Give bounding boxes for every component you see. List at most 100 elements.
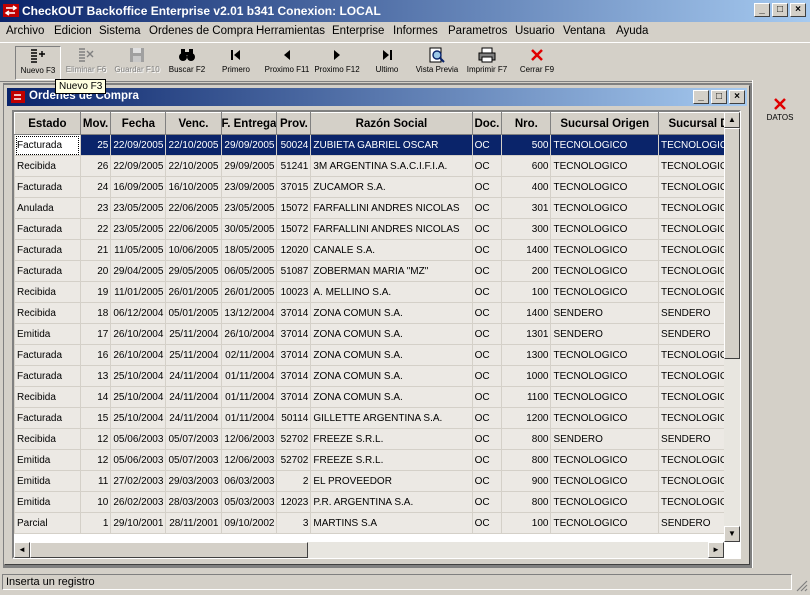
table-cell[interactable]: ZONA COMUN S.A. xyxy=(310,365,473,387)
table-cell[interactable]: 06/03/2003 xyxy=(220,470,278,492)
table-cell[interactable]: 25/10/2004 xyxy=(110,386,167,408)
table-cell[interactable]: 800 xyxy=(501,491,552,513)
last-button[interactable]: Ultimo xyxy=(370,46,404,80)
menu-ayuda[interactable]: Ayuda xyxy=(616,25,648,37)
table-cell[interactable]: Facturada xyxy=(14,260,81,282)
table-cell[interactable]: 37014 xyxy=(276,344,312,366)
table-cell[interactable]: 26/10/2004 xyxy=(110,344,167,366)
table-cell[interactable]: 37015 xyxy=(276,176,312,198)
table-cell[interactable]: 37014 xyxy=(276,302,312,324)
table-cell[interactable]: 24/11/2004 xyxy=(165,407,222,429)
first-button[interactable]: Primero xyxy=(218,46,254,80)
table-cell[interactable]: 26/01/2005 xyxy=(220,281,278,303)
menu-parametros[interactable]: Parametros xyxy=(448,25,507,37)
table-cell[interactable]: 301 xyxy=(501,197,552,219)
table-cell[interactable]: Emitida xyxy=(14,323,81,345)
table-cell[interactable]: 22/06/2005 xyxy=(165,197,222,219)
table-cell[interactable]: Facturada xyxy=(14,176,81,198)
table-cell[interactable]: 06/05/2005 xyxy=(220,260,278,282)
scroll-down-button[interactable]: ▼ xyxy=(724,526,740,542)
table-cell[interactable]: 3 xyxy=(276,512,312,534)
menu-sistema[interactable]: Sistema xyxy=(99,25,141,37)
table-cell[interactable]: CANALE S.A. xyxy=(310,239,473,261)
table-row[interactable]: Recibida 26 22/09/2005 22/10/2005 29/09/2005… xyxy=(14,155,739,177)
table-cell[interactable]: 10/06/2005 xyxy=(165,239,222,261)
vertical-scrollbar[interactable]: ▲ ▼ xyxy=(724,112,740,542)
table-cell[interactable]: TECNOLOGICO xyxy=(550,386,660,408)
table-cell[interactable]: 19 xyxy=(79,281,112,303)
table-cell[interactable]: ZONA COMUN S.A. xyxy=(310,386,473,408)
table-cell[interactable]: 29/09/2005 xyxy=(220,155,278,177)
table-cell[interactable]: OC xyxy=(471,407,503,429)
table-cell[interactable]: Emitida xyxy=(14,470,81,492)
table-cell[interactable]: 26/10/2004 xyxy=(220,323,278,345)
menu-usuario[interactable]: Usuario xyxy=(515,25,555,37)
table-cell[interactable]: 26 xyxy=(79,155,112,177)
table-cell[interactable]: 37014 xyxy=(276,323,312,345)
previous-button[interactable]: Proximo F11 xyxy=(264,46,310,80)
table-cell[interactable]: 12 xyxy=(79,449,112,471)
table-cell[interactable]: 1000 xyxy=(501,365,552,387)
table-cell[interactable]: 15072 xyxy=(276,218,312,240)
table-cell[interactable]: 26/02/2003 xyxy=(110,491,167,513)
column-header[interactable]: Sucursal Origen xyxy=(550,112,660,135)
table-cell[interactable]: 26/01/2005 xyxy=(165,281,222,303)
table-cell[interactable]: TECNOLOGICO xyxy=(550,197,660,219)
table-row[interactable]: Emitida 17 26/10/2004 25/11/2004 26/10/2004 3… xyxy=(14,323,739,345)
table-cell[interactable]: 12023 xyxy=(276,491,312,513)
search-button[interactable]: Buscar F2 xyxy=(166,46,208,80)
table-cell[interactable]: 1100 xyxy=(501,386,552,408)
table-cell[interactable]: 52702 xyxy=(276,449,312,471)
table-cell[interactable]: 23/05/2005 xyxy=(220,197,278,219)
table-row[interactable]: Recibida 19 11/01/2005 26/01/2005 26/01/2005… xyxy=(14,281,739,303)
table-cell[interactable]: 1400 xyxy=(501,239,552,261)
table-cell[interactable]: ZUBIETA GABRIEL OSCAR xyxy=(310,134,473,156)
table-cell[interactable]: OC xyxy=(471,176,503,198)
table-cell[interactable]: 11/05/2005 xyxy=(110,239,167,261)
table-cell[interactable]: 29/05/2005 xyxy=(165,260,222,282)
horizontal-scrollbar[interactable]: ◄ ► xyxy=(14,542,724,558)
table-cell[interactable]: MARTINS S.A xyxy=(310,512,473,534)
table-cell[interactable]: Recibida xyxy=(14,281,81,303)
table-cell[interactable]: 1301 xyxy=(501,323,552,345)
table-row[interactable]: Recibida 14 25/10/2004 24/11/2004 01/11/2004… xyxy=(14,386,739,408)
table-cell[interactable]: P.R. ARGENTINA S.A. xyxy=(310,491,473,513)
table-cell[interactable]: 25/11/2004 xyxy=(165,344,222,366)
column-header[interactable]: Mov. xyxy=(79,112,112,135)
table-cell[interactable]: Facturada xyxy=(14,344,81,366)
child-close-button[interactable]: × xyxy=(729,90,745,104)
table-cell[interactable]: SENDERO xyxy=(550,323,660,345)
table-cell[interactable]: ZONA COMUN S.A. xyxy=(310,344,473,366)
table-cell[interactable]: Recibida xyxy=(14,428,81,450)
table-cell[interactable]: 51087 xyxy=(276,260,312,282)
table-cell[interactable]: 900 xyxy=(501,470,552,492)
table-cell[interactable]: 23/09/2005 xyxy=(220,176,278,198)
table-cell[interactable]: 800 xyxy=(501,428,552,450)
column-header[interactable]: Razón Social xyxy=(310,112,473,135)
table-cell[interactable]: 10023 xyxy=(276,281,312,303)
table-cell[interactable]: Recibida xyxy=(14,302,81,324)
table-cell[interactable]: Facturada xyxy=(14,218,81,240)
table-cell[interactable]: 1400 xyxy=(501,302,552,324)
table-cell[interactable]: 200 xyxy=(501,260,552,282)
table-cell[interactable]: 22 xyxy=(79,218,112,240)
table-cell[interactable]: 18 xyxy=(79,302,112,324)
table-cell[interactable]: 05/06/2003 xyxy=(110,428,167,450)
table-cell[interactable]: 29/04/2005 xyxy=(110,260,167,282)
table-cell[interactable]: 17 xyxy=(79,323,112,345)
horizontal-scroll-thumb[interactable] xyxy=(30,542,308,558)
menu-informes[interactable]: Informes xyxy=(393,25,438,37)
table-cell[interactable]: 16 xyxy=(79,344,112,366)
table-row[interactable]: Emitida 12 05/06/2003 05/07/2003 12/06/2003 5… xyxy=(14,449,739,471)
table-cell[interactable]: Recibida xyxy=(14,155,81,177)
datos-button[interactable]: DATOS xyxy=(757,93,803,129)
table-cell[interactable]: TECNOLOGICO xyxy=(550,176,660,198)
table-cell[interactable]: 23/05/2005 xyxy=(110,218,167,240)
orders-grid[interactable]: Estado Mov. Fecha Venc. F. Entrega Prov. Razón… xyxy=(12,110,741,559)
table-cell[interactable]: 22/10/2005 xyxy=(165,134,222,156)
table-cell[interactable]: 25/11/2004 xyxy=(165,323,222,345)
table-cell[interactable]: SENDERO xyxy=(550,302,660,324)
table-cell[interactable]: Facturada xyxy=(14,134,81,156)
menu-ordenes-de-compra[interactable]: Ordenes de Compra xyxy=(149,25,253,37)
table-cell[interactable]: OC xyxy=(471,260,503,282)
